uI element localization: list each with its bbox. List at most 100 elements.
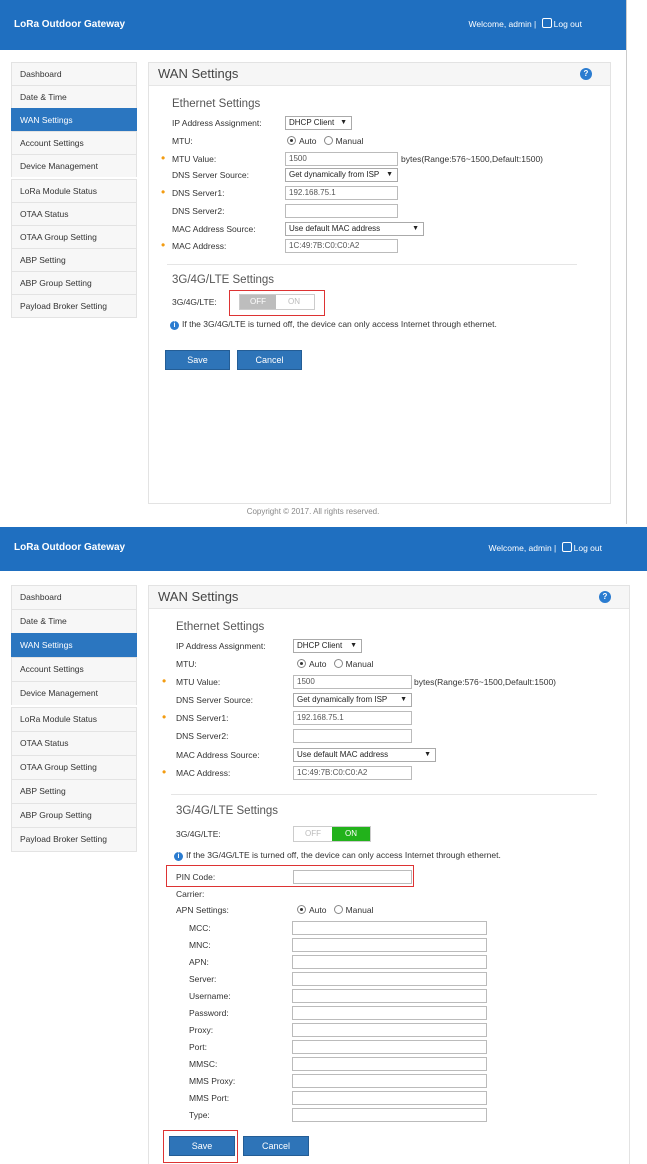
sidebar-item-account-settings[interactable]: Account Settings xyxy=(11,131,137,154)
ip-assignment-select[interactable]: DHCP Client ▼ xyxy=(285,116,352,130)
mtu-value-hint: bytes(Range:576~1500,Default:1500) xyxy=(401,154,544,164)
sidebar: Dashboard Date & Time WAN Settings Accou… xyxy=(11,585,137,852)
mtu-value-input[interactable]: 1500 xyxy=(285,152,398,166)
mac-address-input[interactable]: 1C:49:7B:C0:C0:A2 xyxy=(293,766,412,780)
apn-auto-radio[interactable] xyxy=(297,905,306,914)
apn-field-label: MMSC: xyxy=(189,1059,218,1069)
mtu-value-row: • MTU Value: 1500 bytes(Range:576~1500,D… xyxy=(161,151,602,166)
sidebar-item-payload-broker-setting[interactable]: Payload Broker Setting xyxy=(11,294,137,318)
mac-source-label: MAC Address Source: xyxy=(172,224,256,234)
sidebar-item-date-time[interactable]: Date & Time xyxy=(11,85,137,108)
mac-address-input[interactable]: 1C:49:7B:C0:C0:A2 xyxy=(285,239,398,253)
sidebar-item-wan-settings[interactable]: WAN Settings xyxy=(11,633,137,657)
apn-mcc-input[interactable] xyxy=(292,921,487,935)
mac-source-label: MAC Address Source: xyxy=(176,750,260,760)
help-icon[interactable]: ? xyxy=(580,68,592,80)
apn-field-label: MMS Port: xyxy=(189,1093,230,1103)
ip-assignment-row: IP Address Assignment: DHCP Client ▼ xyxy=(176,639,616,653)
logout-icon[interactable] xyxy=(561,542,572,552)
logout-link[interactable]: Log out xyxy=(574,543,602,553)
apn-username-input[interactable] xyxy=(292,989,487,1003)
dns1-row: • DNS Server1: 192.168.75.1 xyxy=(161,185,592,200)
info-icon: i xyxy=(174,852,183,861)
sidebar-item-lora-module-status[interactable]: LoRa Module Status xyxy=(11,179,137,202)
sidebar-item-otaa-group-setting[interactable]: OTAA Group Setting xyxy=(11,225,137,248)
dns-source-select[interactable]: Get dynamically from ISP ▼ xyxy=(285,168,398,182)
apn-password-input[interactable] xyxy=(292,1006,487,1020)
sidebar-item-device-management[interactable]: Device Management xyxy=(11,681,137,705)
sidebar-item-wan-settings[interactable]: WAN Settings xyxy=(11,108,137,131)
mtu-value-input[interactable]: 1500 xyxy=(293,675,412,689)
app-header: LoRa Outdoor Gateway Welcome, admin | Lo… xyxy=(0,0,626,50)
apn-settings-row: APN Settings: Auto Manual xyxy=(176,903,616,917)
mac-source-select[interactable]: Use default MAC address ▼ xyxy=(285,222,424,236)
sidebar-item-payload-broker-setting[interactable]: Payload Broker Setting xyxy=(11,827,137,852)
chevron-down-icon: ▼ xyxy=(350,642,357,649)
sidebar-item-device-management[interactable]: Device Management xyxy=(11,154,137,177)
apn-mms-port-input[interactable] xyxy=(292,1091,487,1105)
dns1-label: DNS Server1: xyxy=(172,188,225,198)
mtu-auto-radio[interactable] xyxy=(297,659,306,668)
sidebar-item-abp-group-setting[interactable]: ABP Group Setting xyxy=(11,803,137,827)
apn-port-input[interactable] xyxy=(292,1040,487,1054)
cancel-button[interactable]: Cancel xyxy=(243,1136,309,1156)
dns-source-select[interactable]: Get dynamically from ISP ▼ xyxy=(293,693,412,707)
apn-field-label: MNC: xyxy=(189,940,211,950)
sidebar-item-abp-setting[interactable]: ABP Setting xyxy=(11,779,137,803)
mtu-auto-radio[interactable] xyxy=(287,136,296,145)
dns1-row: • DNS Server1: 192.168.75.1 xyxy=(162,710,616,725)
lte-toggle-off[interactable]: OFF xyxy=(294,827,332,841)
dns-source-label: DNS Server Source: xyxy=(172,170,249,180)
apn-mms-proxy-input[interactable] xyxy=(292,1074,487,1088)
sidebar-item-date-time[interactable]: Date & Time xyxy=(11,609,137,633)
sidebar-item-abp-setting[interactable]: ABP Setting xyxy=(11,248,137,271)
user-welcome: Welcome, admin | Log out xyxy=(469,18,582,29)
logout-link[interactable]: Log out xyxy=(554,19,582,29)
dns1-input[interactable]: 192.168.75.1 xyxy=(285,186,398,200)
dns2-row: DNS Server2: xyxy=(176,729,616,743)
highlight-box xyxy=(229,290,325,316)
apn-type-input[interactable] xyxy=(292,1108,487,1122)
mtu-manual-radio[interactable] xyxy=(333,659,343,668)
lte-label: 3G/4G/LTE: xyxy=(176,829,221,839)
apn-server-input[interactable] xyxy=(292,972,487,986)
help-icon[interactable]: ? xyxy=(599,591,611,603)
apn-field-label: Port: xyxy=(189,1042,207,1052)
mtu-manual-radio[interactable] xyxy=(323,136,333,145)
sidebar-item-dashboard[interactable]: Dashboard xyxy=(11,585,137,609)
screenshot-lte-on: LoRa Outdoor Gateway Welcome, admin | Lo… xyxy=(0,527,647,1164)
dns2-input[interactable] xyxy=(285,204,398,218)
lte-toggle-on[interactable]: ON xyxy=(332,827,370,841)
dns1-input[interactable]: 192.168.75.1 xyxy=(293,711,412,725)
sidebar-item-account-settings[interactable]: Account Settings xyxy=(11,657,137,681)
required-marker: • xyxy=(161,185,166,199)
apn-mmsc-input[interactable] xyxy=(292,1057,487,1071)
ip-assignment-select[interactable]: DHCP Client ▼ xyxy=(293,639,362,653)
logout-icon[interactable] xyxy=(541,18,552,28)
mtu-radio-group: Auto Manual xyxy=(287,136,363,146)
mac-source-value: Use default MAC address xyxy=(297,750,389,759)
dns2-input[interactable] xyxy=(293,729,412,743)
dns2-label: DNS Server2: xyxy=(172,206,225,216)
cancel-button[interactable]: Cancel xyxy=(237,350,302,370)
apn-apn-input[interactable] xyxy=(292,955,487,969)
apn-field-label: Password: xyxy=(189,1008,229,1018)
sidebar-item-otaa-status[interactable]: OTAA Status xyxy=(11,731,137,755)
sidebar-item-otaa-status[interactable]: OTAA Status xyxy=(11,202,137,225)
app-header: LoRa Outdoor Gateway Welcome, admin | Lo… xyxy=(0,527,647,571)
apn-proxy-input[interactable] xyxy=(292,1023,487,1037)
apn-manual-radio[interactable] xyxy=(333,905,343,914)
lte-section-title: 3G/4G/LTE Settings xyxy=(176,805,279,817)
mtu-manual-label: Manual xyxy=(335,136,364,146)
mac-source-select[interactable]: Use default MAC address ▼ xyxy=(293,748,436,762)
apn-mnc-input[interactable] xyxy=(292,938,487,952)
sidebar-item-dashboard[interactable]: Dashboard xyxy=(11,62,137,85)
lte-toggle[interactable]: OFF ON xyxy=(293,826,371,842)
sidebar-item-abp-group-setting[interactable]: ABP Group Setting xyxy=(11,271,137,294)
sidebar-item-lora-module-status[interactable]: LoRa Module Status xyxy=(11,707,137,731)
wan-settings-panel: WAN Settings ? Ethernet Settings IP Addr… xyxy=(148,62,611,504)
sidebar-item-otaa-group-setting[interactable]: OTAA Group Setting xyxy=(11,755,137,779)
dns2-label: DNS Server2: xyxy=(176,731,229,741)
highlight-box xyxy=(163,1130,238,1163)
save-button[interactable]: Save xyxy=(165,350,230,370)
